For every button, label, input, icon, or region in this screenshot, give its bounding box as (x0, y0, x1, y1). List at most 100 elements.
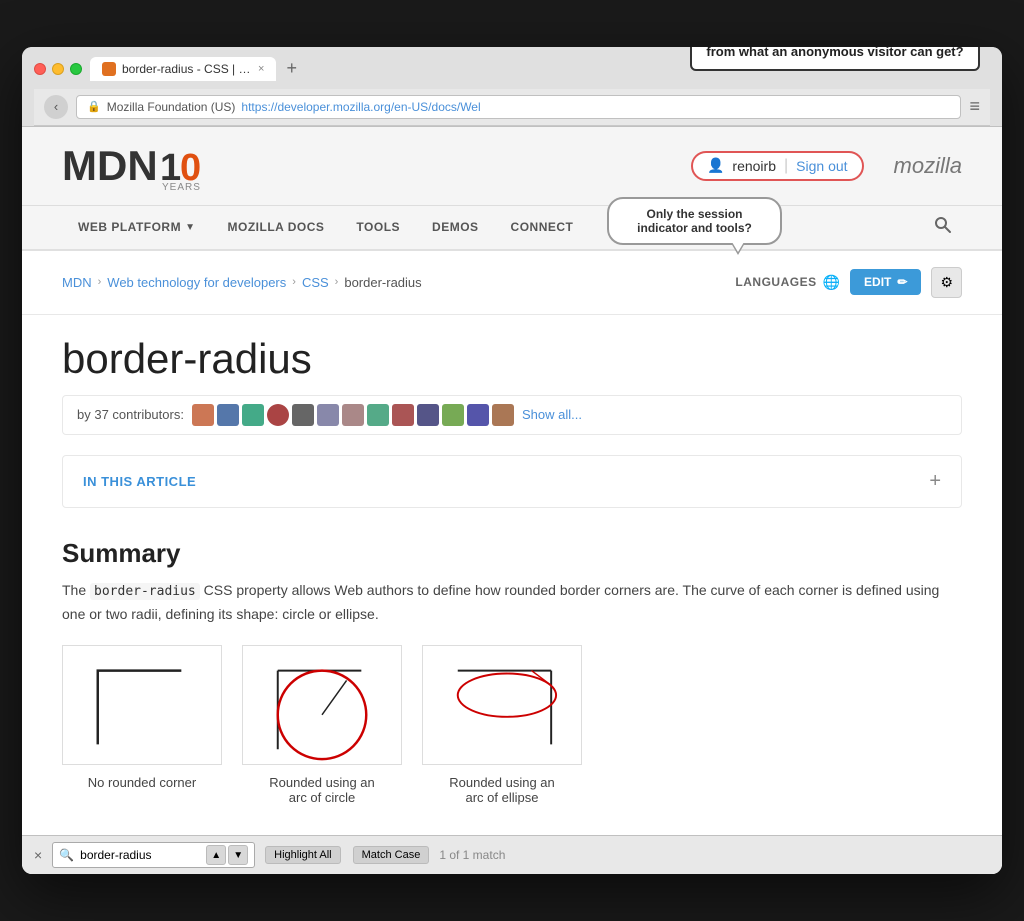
find-search-icon: 🔍 (59, 848, 74, 862)
mdn-header: MDN 1 0 YEARS 👤 renoirb | Sign out (22, 127, 1002, 206)
find-close-button[interactable]: × (34, 847, 42, 863)
pencil-icon: ✏ (897, 275, 907, 289)
avatar (367, 404, 389, 426)
diagram-arc-ellipse-svg (422, 645, 582, 765)
breadcrumb: MDN › Web technology for developers › CS… (62, 275, 422, 290)
highlight-all-button[interactable]: Highlight All (265, 846, 340, 864)
article-area: border-radius by 37 contributors: (22, 315, 1002, 835)
code-border-radius: border-radius (90, 583, 200, 600)
avatar (417, 404, 439, 426)
avatar (392, 404, 414, 426)
avatar (292, 404, 314, 426)
annotation-unique-content: What makes a content site page unique fr… (690, 47, 980, 71)
diagram-arc-circle: Rounded using an arc of circle (242, 645, 402, 805)
tab-title: border-radius - CSS | MDN (122, 62, 252, 76)
languages-button[interactable]: LANGUAGES 🌐 (735, 274, 840, 291)
user-session-badge: 👤 renoirb | Sign out (691, 151, 864, 181)
active-tab[interactable]: border-radius - CSS | MDN × (90, 57, 276, 81)
contributor-avatars (192, 404, 514, 426)
nav-item-web-platform[interactable]: WEB PLATFORM ▼ (62, 206, 212, 248)
close-window-button[interactable] (34, 63, 46, 75)
nav-item-connect[interactable]: CONNECT (495, 206, 590, 248)
contributors-bar: by 37 contributors: Show all... (62, 395, 962, 435)
find-input-wrap: 🔍 ▲ ▼ (52, 842, 255, 868)
find-bar: × 🔍 ▲ ▼ Highlight All Match Case 1 of 1 … (22, 835, 1002, 874)
match-case-button[interactable]: Match Case (353, 846, 430, 864)
expand-toc-button[interactable]: + (929, 470, 941, 493)
browser-addressbar: ‹ 🔒 Mozilla Foundation (US) https://deve… (34, 89, 990, 126)
site-content: MDN 1 0 YEARS 👤 renoirb | Sign out (22, 127, 1002, 874)
back-button[interactable]: ‹ (44, 95, 68, 119)
nav-item-mozilla-docs[interactable]: MOZILLA DOCS (212, 206, 341, 248)
avatar (442, 404, 464, 426)
breadcrumb-web-tech[interactable]: Web technology for developers (107, 275, 286, 290)
dropdown-arrow-icon: ▼ (185, 222, 195, 233)
nav-item-tools[interactable]: TOOLS (340, 206, 416, 248)
avatar (242, 404, 264, 426)
svg-text:YEARS: YEARS (162, 182, 201, 190)
breadcrumb-sep-3: › (335, 276, 339, 288)
summary-section: Summary The border-radius CSS property a… (62, 538, 962, 625)
lock-icon: 🔒 (87, 100, 101, 113)
in-this-article-bar: IN THIS ARTICLE + (62, 455, 962, 508)
find-prev-button[interactable]: ▲ (206, 845, 226, 865)
site-label: Mozilla Foundation (US) (107, 100, 236, 114)
breadcrumb-bar: MDN › Web technology for developers › CS… (22, 251, 1002, 315)
avatar (192, 404, 214, 426)
find-search-input[interactable] (80, 848, 200, 862)
url-text: https://developer.mozilla.org/en-US/docs… (241, 100, 480, 114)
tab-favicon (102, 62, 116, 76)
mdn-logo-text: MDN (62, 145, 158, 187)
new-tab-button[interactable]: + (280, 58, 303, 79)
in-this-article-label[interactable]: IN THIS ARTICLE (83, 474, 196, 489)
avatar (467, 404, 489, 426)
username-label: renoirb (732, 158, 776, 174)
browser-controls: border-radius - CSS | MDN × + What makes… (34, 57, 990, 81)
breadcrumb-css[interactable]: CSS (302, 275, 329, 290)
gear-icon: ⚙ (940, 274, 953, 290)
browser-menu-icon[interactable]: ≡ (969, 96, 980, 117)
maximize-window-button[interactable] (70, 63, 82, 75)
diagrams-row: No rounded corner Rounded (62, 645, 962, 805)
avatar (267, 404, 289, 426)
mozilla-logo: mozilla (894, 153, 962, 179)
find-next-button[interactable]: ▼ (228, 845, 248, 865)
breadcrumb-sep-2: › (292, 276, 296, 288)
avatar (492, 404, 514, 426)
find-match-count: 1 of 1 match (439, 848, 505, 862)
edit-button[interactable]: EDIT ✏ (850, 269, 921, 295)
mdn-nav: WEB PLATFORM ▼ MOZILLA DOCS TOOLS DEMOS … (22, 206, 1002, 251)
breadcrumb-actions: LANGUAGES 🌐 EDIT ✏ ⚙ (735, 267, 962, 298)
diagram-arc-ellipse: Rounded using an arc of ellipse (422, 645, 582, 805)
diagram-arc-circle-caption: Rounded using an arc of circle (269, 775, 375, 805)
breadcrumb-current: border-radius (344, 275, 421, 290)
globe-icon: 🌐 (823, 274, 840, 291)
user-icon: 👤 (707, 157, 724, 174)
breadcrumb-mdn[interactable]: MDN (62, 275, 92, 290)
mdn-logo: MDN 1 0 YEARS (62, 142, 213, 190)
traffic-lights (34, 63, 82, 75)
diagram-arc-circle-svg (242, 645, 402, 765)
find-options: Highlight All Match Case (265, 846, 429, 864)
search-icon[interactable] (924, 206, 962, 249)
find-nav: ▲ ▼ (206, 845, 248, 865)
signout-link[interactable]: Sign out (796, 158, 847, 174)
avatar (217, 404, 239, 426)
diagram-no-rounded-svg (62, 645, 222, 765)
address-field[interactable]: 🔒 Mozilla Foundation (US) https://develo… (76, 95, 961, 119)
summary-text: The border-radius CSS property allows We… (62, 579, 962, 625)
avatar (317, 404, 339, 426)
languages-label: LANGUAGES (735, 275, 816, 289)
tab-close-button[interactable]: × (258, 63, 264, 75)
breadcrumb-sep-1: › (98, 276, 102, 288)
annotation-session-indicator: Only the session indicator and tools? (607, 197, 782, 245)
article-title: border-radius (62, 335, 962, 383)
minimize-window-button[interactable] (52, 63, 64, 75)
show-all-contributors-link[interactable]: Show all... (522, 407, 582, 422)
avatar (342, 404, 364, 426)
settings-button[interactable]: ⚙ (931, 267, 962, 298)
mdn-10years-badge: 1 0 YEARS (158, 142, 213, 190)
diagram-no-rounded-caption: No rounded corner (88, 775, 196, 790)
nav-item-demos[interactable]: DEMOS (416, 206, 495, 248)
contributors-label: by 37 contributors: (77, 407, 184, 422)
